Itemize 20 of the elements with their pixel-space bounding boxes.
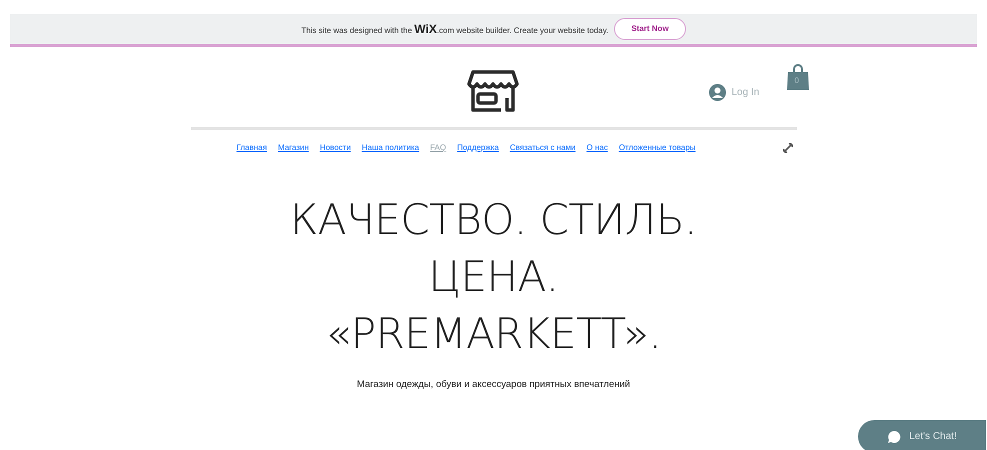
hero-heading-line: ЦЕНА. xyxy=(427,251,560,303)
nav-link[interactable]: Магазин xyxy=(278,142,309,154)
chat-bubble-icon xyxy=(887,430,902,444)
cart-count: 0 xyxy=(794,75,799,87)
chat-button[interactable]: Let's Chat! xyxy=(858,420,986,450)
tagline: Магазин одежды, обуви и аксессуаров приятных впечатлений xyxy=(356,378,632,392)
nav-link[interactable]: О нас xyxy=(586,142,608,154)
nav-link[interactable]: Наша политика xyxy=(362,142,420,154)
hero-heading-line: КАЧЕСТВО. СТИЛЬ. xyxy=(288,194,698,246)
store-logo-icon xyxy=(466,69,518,113)
nav-link[interactable]: Связаться с нами xyxy=(510,142,576,154)
banner-text: This site was designed with the WiX.com website builder. Create your website today. xyxy=(301,21,608,38)
nav-link[interactable]: Новости xyxy=(320,142,351,154)
nav-link[interactable]: Поддержка xyxy=(457,142,499,154)
hero-heading-line: «PREMARKETT». xyxy=(324,308,662,360)
user-avatar-icon xyxy=(708,84,726,101)
nav-link[interactable]: Главная xyxy=(236,142,267,154)
nav-link[interactable]: FAQ xyxy=(430,142,446,154)
start-now-button[interactable]: Start Now xyxy=(614,18,686,40)
nav-link[interactable]: Отложенные товары xyxy=(618,142,696,154)
